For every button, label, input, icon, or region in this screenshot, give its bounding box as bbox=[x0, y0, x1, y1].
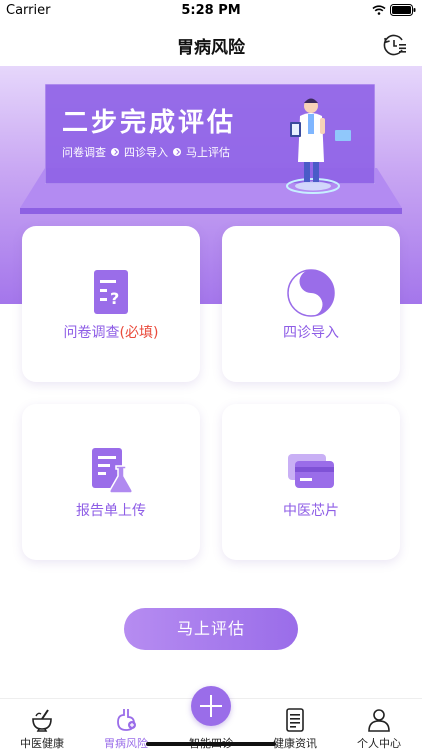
banner-title: 二步完成评估 bbox=[62, 108, 237, 138]
four-diagnosis-label: 四诊导入 bbox=[283, 325, 339, 341]
yin-yang-icon bbox=[287, 269, 335, 317]
report-upload-card[interactable]: 报告单上传 bbox=[22, 404, 200, 560]
svg-text:?: ? bbox=[110, 289, 119, 308]
news-icon bbox=[286, 708, 304, 732]
user-icon bbox=[368, 709, 390, 732]
step-assess: 马上评估 bbox=[186, 146, 230, 159]
battery-icon bbox=[390, 4, 416, 16]
tcm-chip-label: 中医芯片 bbox=[283, 503, 339, 519]
chevron-right-icon bbox=[111, 148, 119, 156]
card-chip-icon bbox=[288, 454, 334, 488]
doctor-illustration bbox=[286, 98, 351, 194]
status-indicators bbox=[372, 4, 416, 16]
tab-tcm-health[interactable]: 中医健康 bbox=[0, 703, 84, 751]
tab-label: 中医健康 bbox=[20, 737, 64, 750]
stomach-icon bbox=[117, 709, 136, 731]
report-flask-icon bbox=[92, 448, 133, 494]
home-indicator bbox=[146, 742, 276, 746]
questionnaire-card[interactable]: ? 问卷调查(必填) bbox=[22, 226, 200, 382]
page-title: 胃病风险 bbox=[177, 38, 245, 58]
report-upload-label: 报告单上传 bbox=[76, 503, 146, 519]
chevron-right-icon bbox=[173, 148, 181, 156]
history-icon[interactable] bbox=[382, 32, 408, 58]
questionnaire-label: 问卷调查(必填) bbox=[22, 322, 200, 342]
tcm-chip-card[interactable]: 中医芯片 bbox=[222, 404, 400, 560]
assess-now-button[interactable]: 马上评估 bbox=[124, 608, 298, 650]
status-bar: Carrier 5:28 PM bbox=[0, 0, 422, 22]
wifi-icon bbox=[372, 5, 386, 15]
step-four-diagnosis: 四诊导入 bbox=[124, 146, 168, 159]
banner-steps: 问卷调查 四诊导入 马上评估 bbox=[62, 144, 230, 160]
tab-label: 个人中心 bbox=[357, 737, 401, 750]
navigation-bar: 胃病风险 bbox=[0, 22, 422, 66]
four-diagnosis-card[interactable]: 四诊导入 bbox=[222, 226, 400, 382]
plus-icon[interactable] bbox=[191, 686, 231, 726]
status-time: 5:28 PM bbox=[181, 3, 241, 18]
mortar-pestle-icon bbox=[32, 709, 52, 732]
card-title: 问卷调查 bbox=[63, 325, 120, 341]
step-questionnaire: 问卷调查 bbox=[62, 146, 106, 159]
required-tag: (必填) bbox=[119, 325, 159, 341]
questionnaire-icon: ? bbox=[94, 270, 128, 314]
tab-personal-center[interactable]: 个人中心 bbox=[337, 703, 421, 751]
